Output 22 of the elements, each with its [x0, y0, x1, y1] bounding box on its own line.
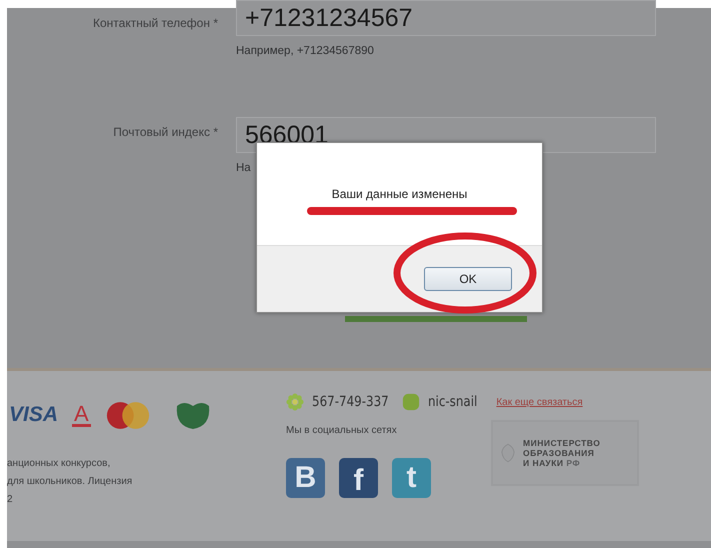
field-label: Почтовый индекс *: [112, 124, 218, 141]
input-field[interactable]: +71231234567: [236, 0, 656, 36]
facebook-button[interactable]: f: [339, 458, 378, 498]
field-hint: На: [236, 162, 252, 174]
visa-logo: VISA: [9, 403, 58, 427]
footer-text: 2: [7, 494, 14, 505]
twitter-button[interactable]: t: [392, 458, 431, 498]
ministry-badge[interactable]: МИНИСТЕРСТВО ОБРАЗОВАНИЯ И НАУКИ РФ: [491, 420, 639, 486]
dialog-message: Ваши данные изменены: [332, 187, 468, 201]
ok-button[interactable]: OK: [424, 267, 512, 291]
contact-text: nic-snail: [428, 394, 478, 410]
ministry-text: ОБРАЗОВАНИЯ: [523, 448, 596, 458]
footer-text: для школьников. Лицензия: [7, 476, 134, 487]
field-label: Контактный телефон *: [92, 15, 218, 32]
social-title: Мы в социальных сетях: [286, 425, 398, 436]
footer-text: анционных конкурсов,: [7, 458, 112, 469]
ministry-text: МИНИСТЕРСТВО: [523, 438, 600, 448]
alfa-logo: A: [72, 404, 91, 426]
ministry-text: И НАУКИ РФ: [523, 458, 582, 468]
field-hint: Например, +71234567890: [236, 45, 375, 57]
contact-text: 567-749-337: [312, 394, 389, 410]
vk-button[interactable]: B: [286, 458, 325, 498]
